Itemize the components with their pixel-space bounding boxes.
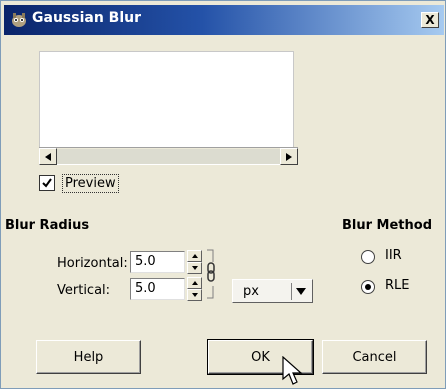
vertical-decrement-button[interactable]: [187, 289, 202, 301]
preview-horizontal-scrollbar[interactable]: [39, 147, 298, 165]
cancel-button[interactable]: Cancel: [322, 340, 427, 374]
preview-canvas: [39, 51, 294, 148]
window-title: Gaussian Blur: [32, 10, 141, 26]
unit-value: px: [243, 284, 259, 299]
chevron-down-icon[interactable]: [295, 285, 307, 297]
horizontal-decrement-button[interactable]: [187, 262, 202, 274]
scroll-left-button[interactable]: [39, 148, 57, 165]
scroll-track[interactable]: [57, 149, 280, 164]
horizontal-increment-button[interactable]: [187, 250, 202, 262]
blur-radius-heading: Blur Radius: [5, 218, 90, 233]
horizontal-spinbox[interactable]: 5.0: [130, 251, 185, 273]
cancel-button-label: Cancel: [352, 349, 397, 365]
preview-label[interactable]: Preview: [62, 174, 119, 193]
blur-method-heading: Blur Method: [342, 218, 433, 233]
chain-link-icon[interactable]: [205, 248, 215, 300]
vertical-spin-arrows[interactable]: [187, 277, 202, 301]
title-bar[interactable]: Gaussian Blur X: [4, 5, 444, 35]
help-button[interactable]: Help: [36, 340, 141, 374]
arrow-left-icon: [45, 152, 51, 161]
arrow-right-icon: [286, 152, 292, 161]
preview-checkbox[interactable]: [39, 175, 55, 191]
vertical-value[interactable]: 5.0: [135, 281, 156, 296]
scroll-right-button[interactable]: [280, 148, 298, 165]
horizontal-spin-arrows[interactable]: [187, 250, 202, 274]
iir-radio[interactable]: [361, 250, 375, 264]
vertical-increment-button[interactable]: [187, 277, 202, 289]
gimp-icon: [12, 13, 26, 27]
horizontal-label: Horizontal:: [57, 256, 128, 271]
vertical-spinbox[interactable]: 5.0: [130, 278, 185, 300]
help-button-label: Help: [73, 349, 104, 365]
horizontal-value[interactable]: 5.0: [135, 254, 156, 269]
unit-divider: [291, 283, 292, 300]
close-icon: X: [425, 13, 435, 27]
vertical-label: Vertical:: [57, 283, 111, 298]
iir-label[interactable]: IIR: [385, 248, 402, 263]
ok-button-label: OK: [251, 349, 270, 365]
gaussian-blur-dialog: Gaussian Blur X Preview Blur Radius Hori…: [0, 0, 446, 389]
unit-dropdown[interactable]: px: [232, 279, 313, 303]
arrow-down-icon: [191, 293, 198, 297]
close-button[interactable]: X: [421, 12, 439, 28]
rle-label[interactable]: RLE: [385, 278, 410, 293]
arrow-up-icon: [191, 281, 198, 285]
arrow-up-icon: [191, 254, 198, 258]
rle-radio[interactable]: [361, 280, 375, 294]
mouse-pointer-icon: [282, 356, 303, 385]
checkmark-icon: [42, 178, 52, 188]
arrow-down-icon: [191, 266, 198, 270]
